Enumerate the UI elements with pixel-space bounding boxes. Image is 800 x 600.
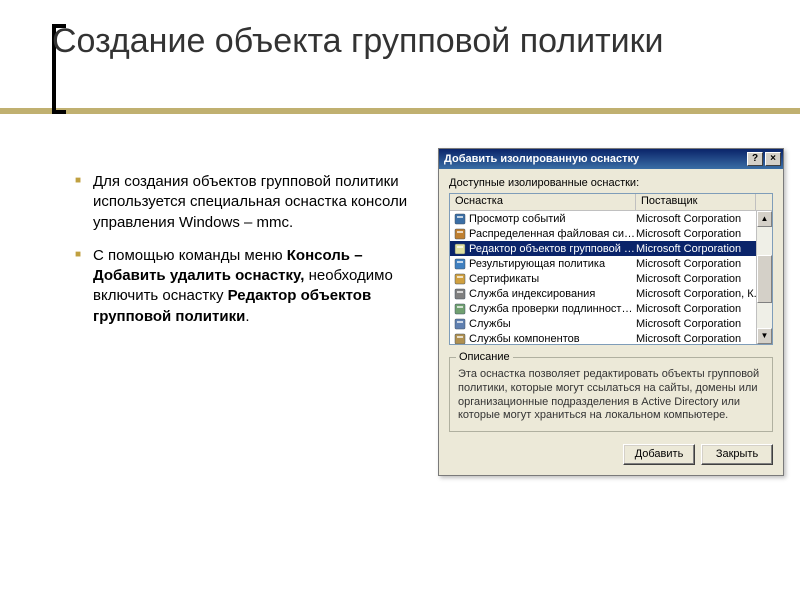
list-item[interactable]: Просмотр событийMicrosoft Corporation xyxy=(450,211,772,226)
list-item[interactable]: СлужбыMicrosoft Corporation xyxy=(450,316,772,331)
vendor-name: Microsoft Corporation xyxy=(636,333,772,345)
available-label: Доступные изолированные оснастки: xyxy=(449,177,773,189)
snapin-list[interactable]: Оснастка Поставщик Просмотр событийMicro… xyxy=(449,193,773,345)
list-item[interactable]: Редактор объектов групповой поли...Micro… xyxy=(450,241,772,256)
snapin-name: Распределенная файловая систем... xyxy=(469,228,636,240)
group-legend: Описание xyxy=(456,351,513,363)
list-item[interactable]: Служба проверки подлинности в И...Micros… xyxy=(450,301,772,316)
vendor-name: Microsoft Corporation xyxy=(636,318,772,330)
snapin-name: Службы компонентов xyxy=(469,333,636,345)
help-button[interactable]: ? xyxy=(747,152,763,166)
snapin-name: Службы xyxy=(469,318,636,330)
scrollbar[interactable]: ▲ ▼ xyxy=(756,211,772,344)
eventviewer-icon xyxy=(453,212,466,225)
vendor-name: Microsoft Corporation, К... xyxy=(636,288,772,300)
bullet-item: Для создания объектов групповой политики… xyxy=(75,172,425,233)
close-dialog-button[interactable]: Закрыть xyxy=(701,444,773,465)
bullet-item: С помощью команды меню Консоль – Добавит… xyxy=(75,246,425,327)
vendor-name: Microsoft Corporation xyxy=(636,303,772,315)
slide-title: Создание объекта групповой политики xyxy=(52,22,664,61)
list-header[interactable]: Оснастка Поставщик xyxy=(450,194,772,211)
dfs-icon xyxy=(453,227,466,240)
description-group: Описание Эта оснастка позволяет редактир… xyxy=(449,357,773,432)
vendor-name: Microsoft Corporation xyxy=(636,243,772,255)
column-vendor[interactable]: Поставщик xyxy=(636,194,756,211)
list-item[interactable]: Службы компонентовMicrosoft Corporation xyxy=(450,331,772,345)
snapin-name: Служба индексирования xyxy=(469,288,636,300)
vendor-name: Microsoft Corporation xyxy=(636,273,772,285)
list-item[interactable]: СертификатыMicrosoft Corporation xyxy=(450,271,772,286)
component-icon xyxy=(453,332,466,345)
bullet-text: . xyxy=(245,308,249,325)
close-button[interactable]: × xyxy=(765,152,781,166)
scroll-up-button[interactable]: ▲ xyxy=(757,211,772,227)
description-text: Эта оснастка позволяет редактировать объ… xyxy=(458,368,764,423)
column-snapin[interactable]: Оснастка xyxy=(450,194,636,211)
vendor-name: Microsoft Corporation xyxy=(636,228,772,240)
cert-icon xyxy=(453,272,466,285)
gpo-icon xyxy=(453,242,466,255)
vendor-name: Microsoft Corporation xyxy=(636,213,772,225)
accent-line xyxy=(0,108,800,114)
snapin-name: Результирующая политика xyxy=(469,258,636,270)
dialog-add-snapin: Добавить изолированную оснастку ? × Дост… xyxy=(438,148,784,476)
rsop-icon xyxy=(453,257,466,270)
snapin-name: Просмотр событий xyxy=(469,213,636,225)
snapin-name: Редактор объектов групповой поли... xyxy=(469,243,636,255)
services-icon xyxy=(453,317,466,330)
vendor-name: Microsoft Corporation xyxy=(636,258,772,270)
auth-icon xyxy=(453,302,466,315)
scroll-down-button[interactable]: ▼ xyxy=(757,328,772,344)
bullet-text: С помощью команды меню xyxy=(93,247,287,264)
dialog-title: Добавить изолированную оснастку xyxy=(444,153,745,165)
list-item[interactable]: Распределенная файловая систем...Microso… xyxy=(450,226,772,241)
list-item[interactable]: Служба индексированияMicrosoft Corporati… xyxy=(450,286,772,301)
add-button[interactable]: Добавить xyxy=(623,444,695,465)
snapin-name: Служба проверки подлинности в И... xyxy=(469,303,636,315)
bullet-text: Для создания объектов групповой политики… xyxy=(93,173,407,231)
scroll-track[interactable] xyxy=(757,227,772,328)
index-icon xyxy=(453,287,466,300)
snapin-name: Сертификаты xyxy=(469,273,636,285)
list-item[interactable]: Результирующая политикаMicrosoft Corpora… xyxy=(450,256,772,271)
scroll-thumb[interactable] xyxy=(757,255,772,303)
dialog-titlebar[interactable]: Добавить изолированную оснастку ? × xyxy=(439,149,783,169)
bullet-list: Для создания объектов групповой политики… xyxy=(75,172,425,340)
column-spacer xyxy=(756,194,772,211)
